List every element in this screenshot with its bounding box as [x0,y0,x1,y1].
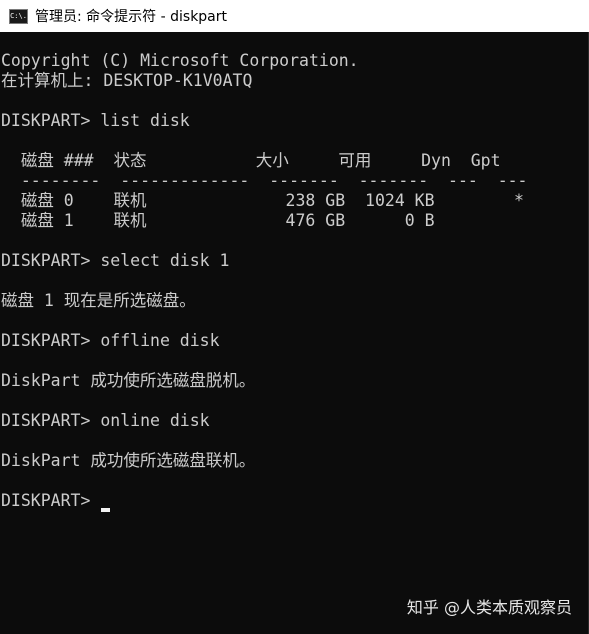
console-line: DISKPART> online disk [1,411,210,430]
console-line: 在计算机上: DESKTOP-K1V0ATQ [1,71,253,90]
console-output[interactable]: Copyright (C) Microsoft Corporation. 在计算… [0,32,589,634]
console-line: DISKPART> offline disk [1,331,220,350]
text-cursor [101,508,110,512]
console-line: 磁盘 1 现在是所选磁盘。 [1,291,196,310]
console-line: DiskPart 成功使所选磁盘联机。 [1,451,256,470]
title-bar[interactable]: C:\. 管理员: 命令提示符 - diskpart [0,0,589,32]
cmd-window: C:\. 管理员: 命令提示符 - diskpart Copyright (C)… [0,0,589,634]
console-line: DISKPART> list disk [1,111,190,130]
table-separator: -------- ------------- ------- ------- -… [1,171,528,190]
table-row: 磁盘 1 联机 476 GB 0 B [1,211,435,230]
window-title: 管理员: 命令提示符 - diskpart [35,9,228,25]
watermark: 知乎 @人类本质观察员 [406,598,572,617]
cmd-icon: C:\. [9,8,28,24]
console-line: DiskPart 成功使所选磁盘脱机。 [1,371,256,390]
command-prompt[interactable]: DISKPART> [1,491,100,511]
console-line: DISKPART> select disk 1 [1,251,230,270]
table-row: 磁盘 0 联机 238 GB 1024 KB * [1,191,524,210]
console-line: Copyright (C) Microsoft Corporation. [1,51,359,70]
table-header: 磁盘 ### 状态 大小 可用 Dyn Gpt [1,151,501,170]
